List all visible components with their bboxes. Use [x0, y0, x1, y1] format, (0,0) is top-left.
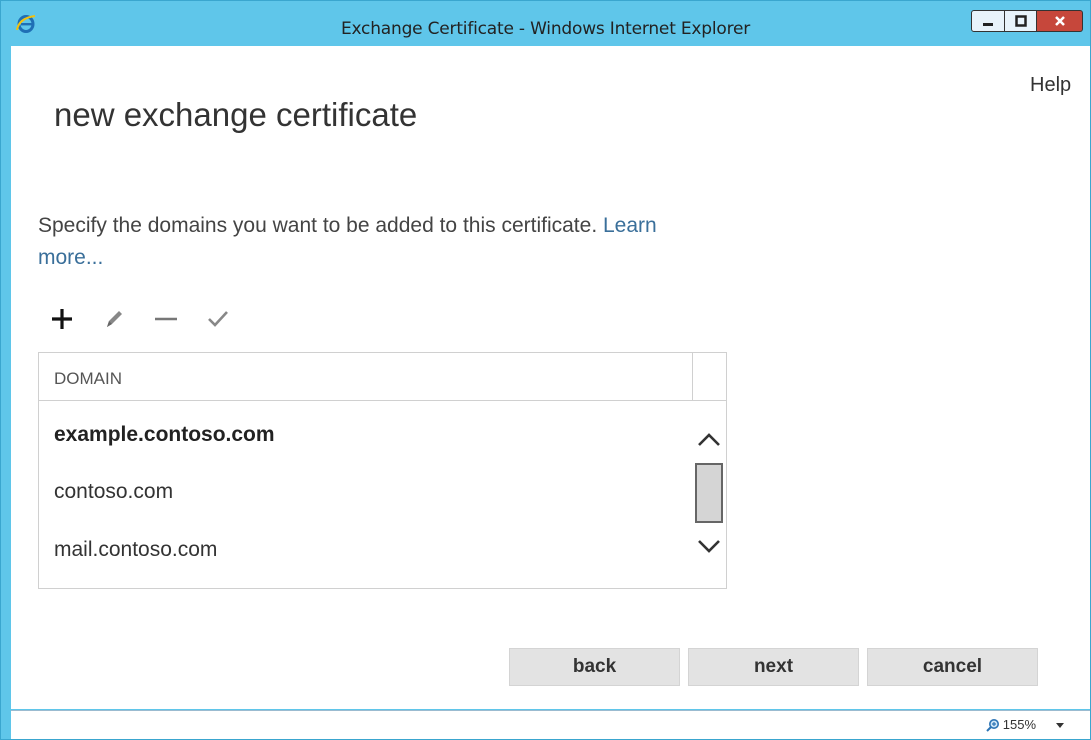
- next-button[interactable]: next: [688, 648, 859, 686]
- add-button[interactable]: [46, 304, 78, 334]
- column-header-domain[interactable]: DOMAIN: [54, 369, 122, 389]
- scroll-down-button[interactable]: [695, 535, 723, 557]
- browser-window: Exchange Certificate - Windows Internet …: [0, 0, 1091, 740]
- domain-row[interactable]: contoso.com: [54, 480, 173, 504]
- restore-icon: [1014, 15, 1027, 27]
- domain-list: DOMAIN example.contoso.com contoso.com m…: [38, 352, 727, 589]
- title-bar: Exchange Certificate - Windows Internet …: [1, 1, 1090, 45]
- status-bar: 155%: [11, 710, 1090, 739]
- domain-row[interactable]: mail.contoso.com: [54, 538, 217, 562]
- zoom-dropdown-icon[interactable]: [1056, 723, 1064, 728]
- maximize-button[interactable]: [1005, 10, 1037, 32]
- cancel-button[interactable]: cancel: [867, 648, 1038, 686]
- edit-button[interactable]: [98, 304, 130, 334]
- window-title: Exchange Certificate - Windows Internet …: [340, 19, 751, 39]
- help-link[interactable]: Help: [1030, 74, 1071, 97]
- add-icon: [52, 309, 72, 329]
- header-divider: [692, 353, 693, 400]
- domain-list-header: DOMAIN: [39, 353, 726, 401]
- zoom-control[interactable]: 155%: [986, 717, 1036, 732]
- domain-row[interactable]: example.contoso.com: [54, 423, 275, 447]
- description-label: Specify the domains you want to be added…: [38, 214, 598, 237]
- edit-icon: [107, 311, 122, 327]
- page-title: new exchange certificate: [54, 96, 418, 133]
- remove-button[interactable]: [150, 304, 182, 334]
- chevron-up-icon: [698, 433, 720, 446]
- close-button[interactable]: [1037, 10, 1083, 32]
- dialog-content: Help new exchange certificate Specify th…: [11, 46, 1090, 709]
- zoom-level: 155%: [1002, 717, 1036, 732]
- scroll-up-button[interactable]: [695, 429, 723, 451]
- back-button[interactable]: back: [509, 648, 680, 686]
- confirm-button[interactable]: [202, 304, 234, 334]
- remove-icon: [155, 317, 177, 321]
- description-text: Specify the domains you want to be added…: [38, 210, 718, 274]
- zoom-magnifier-icon: [986, 718, 999, 732]
- chevron-down-icon: [698, 540, 720, 553]
- minimize-icon: [983, 23, 993, 26]
- scrollbar-thumb[interactable]: [695, 463, 723, 523]
- checkmark-icon: [208, 311, 228, 327]
- minimize-button[interactable]: [971, 10, 1005, 32]
- close-icon: [1054, 16, 1065, 26]
